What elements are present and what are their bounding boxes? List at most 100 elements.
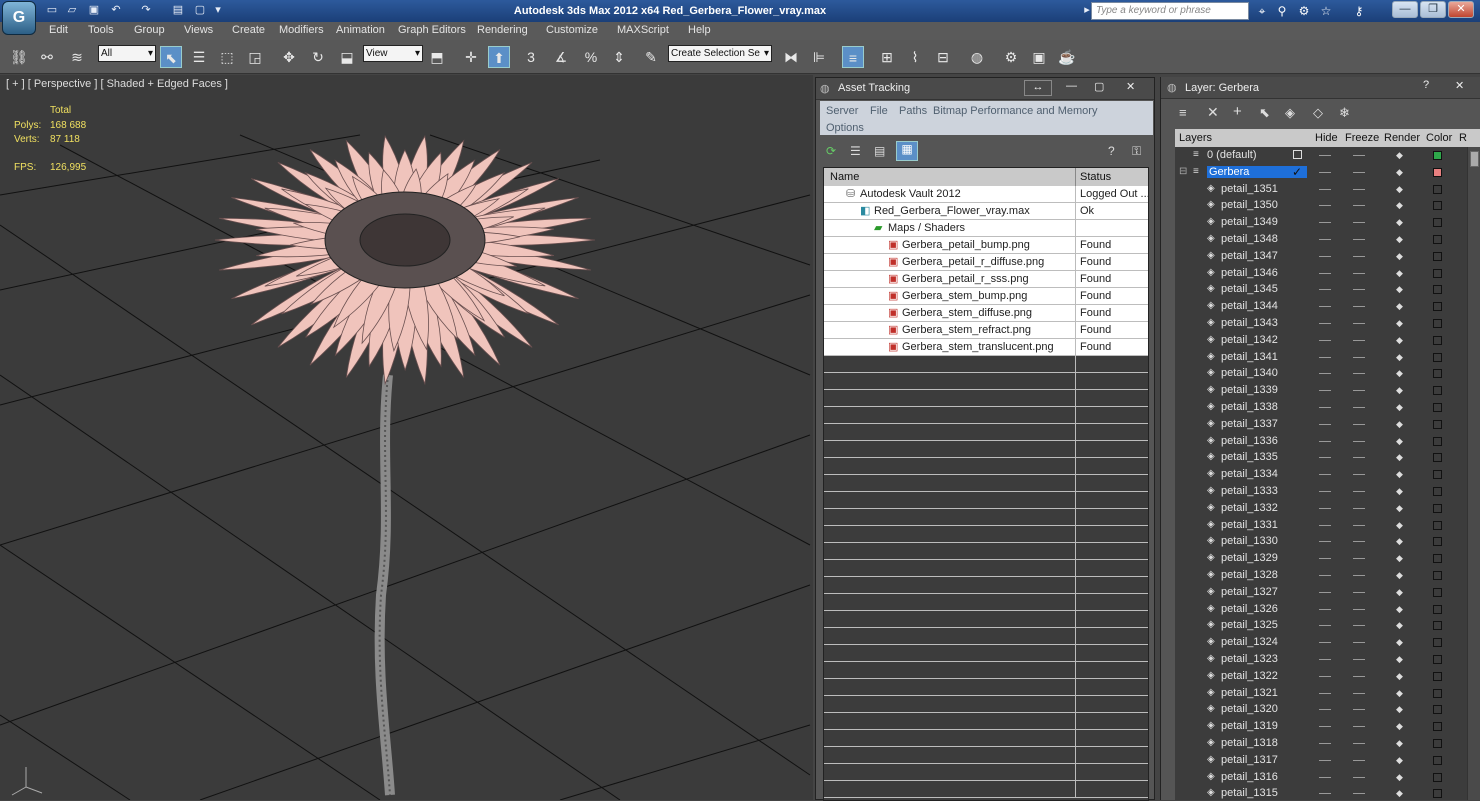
freeze-toggle[interactable] [1353, 793, 1365, 795]
layer-object-row[interactable]: ◈ petail_1321 ◆ [1175, 685, 1467, 702]
curve-editor-icon[interactable]: ⌇ [904, 46, 926, 68]
col-status-header[interactable]: Status [1080, 171, 1111, 183]
mirror-icon[interactable]: ⧓ [780, 46, 802, 68]
undo-icon[interactable]: ↶ [108, 3, 124, 18]
layer-object-row[interactable]: ◈ petail_1318 ◆ [1175, 735, 1467, 752]
hide-toggle[interactable] [1319, 172, 1331, 173]
color-swatch[interactable] [1433, 268, 1442, 278]
layer-row[interactable]: ≡ 0 (default) ◆ [1175, 147, 1467, 164]
hide-toggle[interactable] [1319, 759, 1331, 761]
menu-group[interactable]: Group [134, 24, 165, 36]
asset-row[interactable]: ▣ Gerbera_stem_refract.png Found [824, 322, 1148, 339]
menu-rendering[interactable]: Rendering [477, 24, 528, 36]
color-swatch[interactable] [1433, 587, 1442, 597]
hide-toggle[interactable] [1319, 625, 1331, 627]
render-toggle-icon[interactable]: ◆ [1396, 436, 1404, 445]
render-toggle-icon[interactable]: ◆ [1396, 319, 1404, 328]
layer-object-row[interactable]: ◈ petail_1347 ◆ [1175, 248, 1467, 265]
tree-view-icon[interactable]: ▤ [874, 144, 885, 158]
rectangle-selection-icon[interactable]: ⬚ [216, 46, 238, 68]
freeze-toggle[interactable] [1353, 255, 1365, 257]
freeze-toggle[interactable] [1353, 356, 1365, 358]
color-swatch[interactable] [1433, 537, 1442, 547]
layer-object-row[interactable]: ◈ petail_1342 ◆ [1175, 332, 1467, 349]
hide-toggle[interactable] [1319, 524, 1331, 526]
new-file-icon[interactable]: ▭ [44, 3, 60, 18]
freeze-toggle[interactable] [1353, 172, 1365, 173]
color-swatch[interactable] [1433, 621, 1442, 631]
layer-object-row[interactable]: ◈ petail_1334 ◆ [1175, 466, 1467, 483]
hide-toggle[interactable] [1319, 390, 1331, 392]
help-key-icon[interactable]: ⚷ [1346, 3, 1372, 19]
layer-object-row[interactable]: ◈ petail_1328 ◆ [1175, 567, 1467, 584]
freeze-toggle[interactable] [1353, 541, 1365, 543]
asset-row[interactable]: ▰ Maps / Shaders [824, 220, 1148, 237]
hide-toggle[interactable] [1319, 474, 1331, 476]
named-selection-dropdown[interactable]: Create Selection Se [668, 45, 772, 62]
freeze-toggle[interactable] [1353, 423, 1365, 425]
freeze-toggle[interactable] [1353, 306, 1365, 308]
freeze-toggle[interactable] [1353, 759, 1365, 761]
color-swatch[interactable] [1433, 235, 1442, 244]
color-swatch[interactable] [1433, 201, 1442, 211]
reference-coordinate-dropdown[interactable]: View [363, 45, 423, 62]
freeze-toggle[interactable] [1353, 776, 1365, 778]
layer-object-row[interactable]: ◈ petail_1336 ◆ [1175, 433, 1467, 450]
freeze-toggle[interactable] [1353, 323, 1365, 324]
freeze-toggle[interactable] [1353, 272, 1365, 274]
hide-toggle[interactable] [1319, 423, 1331, 425]
render-toggle-icon[interactable]: ◆ [1396, 302, 1404, 311]
asset-row[interactable]: ▣ Gerbera_stem_bump.png Found [824, 288, 1148, 305]
render-toggle-icon[interactable]: ◆ [1396, 487, 1404, 496]
color-swatch[interactable] [1433, 772, 1442, 782]
app-menu-icon[interactable]: G [2, 1, 36, 35]
communication-center-icon[interactable]: ⚙ [1296, 3, 1312, 19]
edit-named-selection-icon[interactable]: ✎ [640, 46, 662, 68]
layer-object-row[interactable]: ◈ petail_1346 ◆ [1175, 265, 1467, 282]
redo-icon[interactable]: ↷ [138, 3, 154, 18]
layer-object-row[interactable]: ◈ petail_1316 ◆ [1175, 769, 1467, 786]
color-swatch[interactable] [1433, 688, 1442, 698]
freeze-toggle[interactable] [1353, 491, 1365, 492]
col-freeze-header[interactable]: Freeze [1345, 132, 1379, 144]
render-toggle-icon[interactable]: ◆ [1396, 739, 1404, 748]
color-swatch[interactable] [1433, 251, 1442, 261]
color-swatch[interactable] [1433, 638, 1442, 648]
color-swatch[interactable] [1433, 168, 1442, 177]
render-toggle-icon[interactable]: ◆ [1396, 403, 1404, 412]
collapse-icon[interactable]: ⊟ [1179, 166, 1187, 177]
color-swatch[interactable] [1433, 369, 1442, 379]
freeze-toggle[interactable] [1353, 608, 1365, 610]
render-toggle-icon[interactable]: ◆ [1396, 369, 1404, 378]
render-toggle-icon[interactable]: ◆ [1396, 285, 1404, 294]
render-toggle-icon[interactable]: ◆ [1396, 352, 1404, 361]
color-swatch[interactable] [1433, 755, 1442, 765]
layer-close-button[interactable]: ✕ [1455, 79, 1464, 92]
layer-object-row[interactable]: ◈ petail_1315 ◆ [1175, 785, 1467, 800]
freeze-toggle[interactable] [1353, 339, 1365, 341]
layer-scrollbar[interactable] [1467, 147, 1480, 800]
freeze-toggle[interactable] [1353, 155, 1365, 156]
layer-row[interactable]: ≡ Gerbera ◆ ✓ ⊟ [1175, 164, 1467, 181]
render-toggle-icon[interactable]: ◆ [1396, 604, 1404, 613]
freeze-toggle[interactable] [1353, 390, 1365, 392]
asset-tracking-titlebar[interactable]: ◍ Asset Tracking ↔ — ▢ ✕ [816, 78, 1154, 100]
schematic-view-icon[interactable]: ⊟ [932, 46, 954, 68]
asset-row[interactable]: ⛁ Autodesk Vault 2012 Logged Out ... [824, 186, 1148, 203]
save-icon[interactable]: ▣ [86, 3, 102, 18]
freeze-toggle[interactable] [1353, 457, 1365, 459]
render-toggle-icon[interactable]: ◆ [1396, 268, 1404, 277]
hide-toggle[interactable] [1319, 659, 1331, 660]
hide-toggle[interactable] [1319, 608, 1331, 610]
freeze-toggle[interactable] [1353, 625, 1365, 627]
color-swatch[interactable] [1433, 604, 1442, 614]
render-toggle-icon[interactable]: ◆ [1396, 621, 1404, 630]
hide-toggle[interactable] [1319, 407, 1331, 408]
freeze-toggle[interactable] [1353, 222, 1365, 224]
render-toggle-icon[interactable]: ◆ [1396, 772, 1404, 781]
hide-toggle[interactable] [1319, 222, 1331, 224]
asset-row[interactable]: ▣ Gerbera_petail_r_sss.png Found [824, 271, 1148, 288]
color-swatch[interactable] [1433, 453, 1442, 463]
color-swatch[interactable] [1433, 218, 1442, 228]
freeze-toggle[interactable] [1353, 507, 1365, 509]
